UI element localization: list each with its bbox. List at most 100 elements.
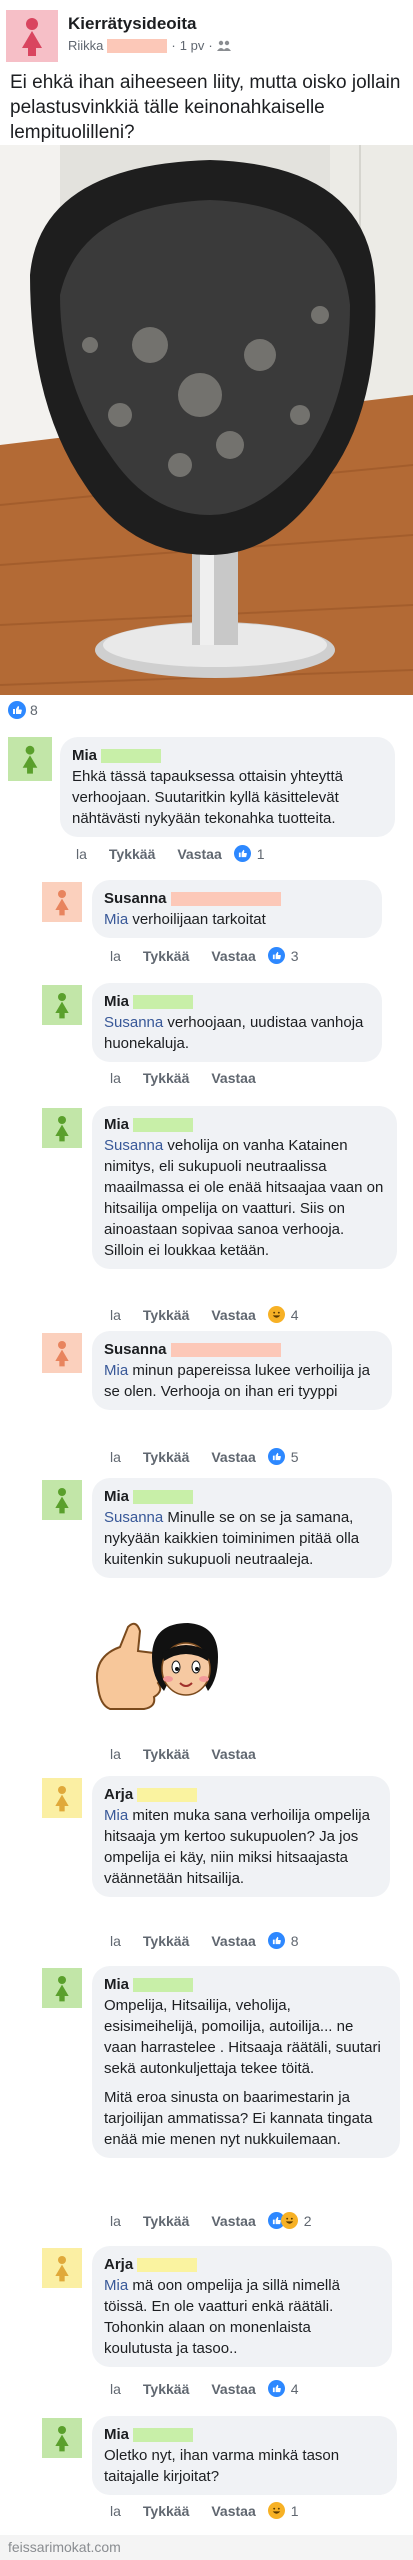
redaction <box>137 1787 198 1802</box>
like-button[interactable]: Tykkää <box>143 1746 189 1762</box>
reaction-count[interactable]: 1 <box>257 846 265 862</box>
watermark-footer: feissarimokat.com <box>0 2535 413 2560</box>
reply-button[interactable]: Vastaa <box>211 1449 255 1465</box>
commenter-avatar[interactable] <box>42 1968 82 2008</box>
like-button[interactable]: Tykkää <box>143 948 189 964</box>
commenter-avatar[interactable] <box>42 882 82 922</box>
comment-actions: la Tykkää Vastaa 4 <box>110 2380 299 2397</box>
reply-button[interactable]: Vastaa <box>211 1070 255 1086</box>
commenter-avatar[interactable] <box>42 1480 82 1520</box>
commenter-avatar[interactable] <box>42 985 82 1025</box>
mention-link[interactable]: Mia <box>104 1362 128 1379</box>
separator: · <box>208 38 213 53</box>
mention-link[interactable]: Mia <box>104 911 128 928</box>
commenter-name[interactable]: Mia <box>72 745 97 766</box>
comment-text: Mitä eroa sinusta on baarimestarin ja ta… <box>104 2089 373 2148</box>
like-button[interactable]: Tykkää <box>143 1070 189 1086</box>
comment-actions: la Tykkää Vastaa <box>110 1070 268 1086</box>
reply-button[interactable]: Vastaa <box>211 2381 255 2397</box>
post-reactions[interactable]: 8 <box>8 700 38 720</box>
post-time[interactable]: 1 pv <box>180 38 205 53</box>
thumbs-up-icon <box>267 947 285 964</box>
redaction <box>133 1489 194 1504</box>
mention-link[interactable]: Mia <box>104 1807 128 1824</box>
timestamp: la <box>110 2502 121 2519</box>
commenter-name[interactable]: Mia <box>104 2424 129 2445</box>
comment-bubble: Mia Ompelija, Hitsailija, veholija, esis… <box>92 1966 400 2158</box>
reply-button[interactable]: Vastaa <box>211 1307 255 1323</box>
commenter-name[interactable]: Susanna <box>104 1339 167 1360</box>
timestamp: la <box>110 947 121 964</box>
like-button[interactable]: Tykkää <box>143 2503 189 2519</box>
author-name[interactable]: Riikka <box>68 38 103 53</box>
comment-actions: la Tykkää Vastaa 2 <box>110 2212 312 2229</box>
commenter-name[interactable]: Arja <box>104 2254 133 2275</box>
reply-button[interactable]: Vastaa <box>211 1933 255 1949</box>
reaction-count[interactable]: 1 <box>291 2503 299 2519</box>
comment-actions: la Tykkää Vastaa 1 <box>110 2502 299 2519</box>
redaction <box>133 1117 194 1132</box>
comment-bubble: Susanna Mia minun papereissa lukee verho… <box>92 1331 392 1410</box>
person-icon <box>55 1976 69 2002</box>
like-button[interactable]: Tykkää <box>109 846 155 862</box>
comment-actions: la Tykkää Vastaa 3 <box>110 947 299 964</box>
commenter-avatar[interactable] <box>8 737 52 781</box>
thumbs-up-icon <box>267 2380 285 2397</box>
commenter-avatar[interactable] <box>42 1778 82 1818</box>
reply-button[interactable]: Vastaa <box>211 948 255 964</box>
person-icon <box>55 2256 69 2282</box>
commenter-name[interactable]: Mia <box>104 1486 129 1507</box>
comment-bubble: Mia Susanna verhoojaan, uudistaa vanhoja… <box>92 983 382 1062</box>
reaction-count[interactable]: 8 <box>291 1933 299 1949</box>
person-icon <box>22 18 42 56</box>
like-button[interactable]: Tykkää <box>143 1449 189 1465</box>
reaction-count[interactable]: 4 <box>291 2381 299 2397</box>
commenter-name[interactable]: Mia <box>104 1974 129 1995</box>
comment-actions: la Tykkää Vastaa 4 <box>110 1306 299 1323</box>
comment-text: minun papereissa lukee verhoilija ja se … <box>104 1362 370 1400</box>
like-button[interactable]: Tykkää <box>143 1933 189 1949</box>
comment-bubble: Susanna Mia verhoilijaan tarkoitat <box>92 880 382 938</box>
reaction-count[interactable]: 2 <box>304 2213 312 2229</box>
thumbs-up-sticker[interactable] <box>90 1617 220 1737</box>
redaction <box>133 994 194 1009</box>
group-name[interactable]: Kierrätysideoita <box>68 14 197 34</box>
reaction-count[interactable]: 3 <box>291 948 299 964</box>
reply-button[interactable]: Vastaa <box>177 846 221 862</box>
reaction-count[interactable]: 4 <box>291 1307 299 1323</box>
commenter-name[interactable]: Mia <box>104 991 129 1012</box>
chair-image <box>0 145 413 695</box>
reply-button[interactable]: Vastaa <box>211 2503 255 2519</box>
separator: · <box>171 38 176 53</box>
timestamp: la <box>110 1932 121 1949</box>
timestamp: la <box>76 845 87 862</box>
commenter-avatar[interactable] <box>42 2418 82 2458</box>
reply-button[interactable]: Vastaa <box>211 1746 255 1762</box>
redaction <box>170 891 281 906</box>
mention-link[interactable]: Susanna <box>104 1509 163 1526</box>
mention-link[interactable]: Susanna <box>104 1137 163 1154</box>
mention-link[interactable]: Mia <box>104 2277 128 2294</box>
like-button[interactable]: Tykkää <box>143 2213 189 2229</box>
like-button[interactable]: Tykkää <box>143 1307 189 1323</box>
post-text: Ei ehkä ihan aiheeseen liity, mutta oisk… <box>10 72 401 143</box>
person-icon <box>55 1116 69 1142</box>
post-reaction-count: 8 <box>30 702 38 718</box>
post-photo-chair[interactable] <box>0 145 413 695</box>
commenter-avatar[interactable] <box>42 1108 82 1148</box>
commenter-name[interactable]: Susanna <box>104 888 167 909</box>
reaction-count[interactable]: 5 <box>291 1449 299 1465</box>
comment-text: miten muka sana verhoilija ompelija hits… <box>104 1807 370 1887</box>
comment-actions: la Tykkää Vastaa <box>110 1746 268 1762</box>
reply-button[interactable]: Vastaa <box>211 2213 255 2229</box>
commenter-avatar[interactable] <box>42 1333 82 1373</box>
commenter-name[interactable]: Arja <box>104 1784 133 1805</box>
comment-text: verhoilijaan tarkoitat <box>132 911 266 928</box>
commenter-name[interactable]: Mia <box>104 1114 129 1135</box>
person-icon <box>55 890 69 916</box>
commenter-avatar[interactable] <box>42 2248 82 2288</box>
person-icon <box>55 993 69 1019</box>
mention-link[interactable]: Susanna <box>104 1014 163 1031</box>
group-avatar[interactable] <box>6 10 58 62</box>
like-button[interactable]: Tykkää <box>143 2381 189 2397</box>
